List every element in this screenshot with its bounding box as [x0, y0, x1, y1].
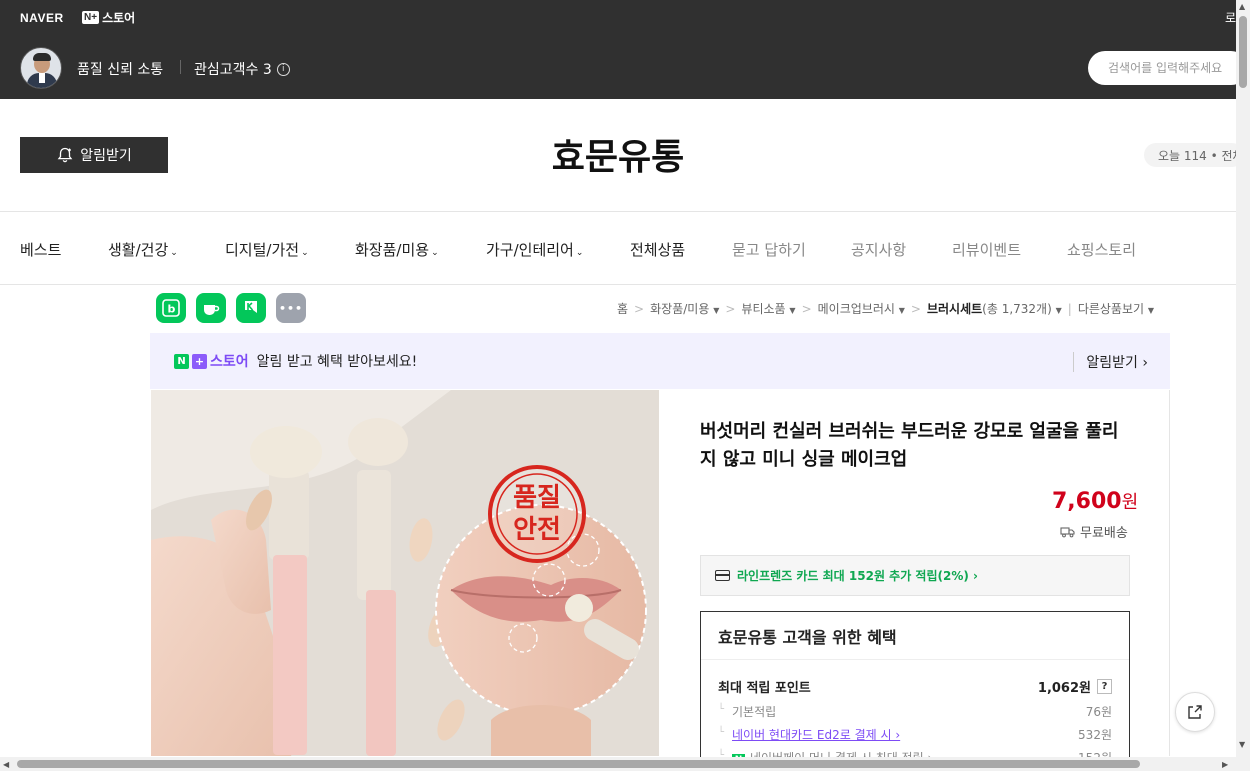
- nav-item-cosmetics[interactable]: 화장품/미용 ⌄: [355, 239, 439, 260]
- customer-benefits-box: 효문유통 고객을 위한 혜택 최대 적립 포인트 1,062원? 기본적립 76…: [700, 611, 1130, 761]
- points-row-basic: 기본적립 76원: [718, 703, 1112, 720]
- caret-down-icon: ▼: [1055, 306, 1062, 315]
- breadcrumb-home[interactable]: 홈: [617, 300, 628, 317]
- more-icon[interactable]: •••: [276, 293, 306, 323]
- stamp-line-1: 품질: [513, 483, 561, 513]
- nav-item-all-products[interactable]: 전체상품: [630, 239, 685, 260]
- nav-item-qna[interactable]: 묻고 답하기: [732, 239, 806, 260]
- n-plus-icon: N +: [82, 11, 100, 24]
- scroll-left-icon[interactable]: ◀: [3, 760, 9, 769]
- login-link[interactable]: 로: [1225, 9, 1236, 26]
- scroll-down-icon[interactable]: ▼: [1239, 740, 1245, 749]
- naver-store-logo: N + 스토어: [174, 351, 249, 371]
- blog-icon[interactable]: b: [156, 293, 186, 323]
- product-photo: [151, 390, 659, 756]
- chevron-down-icon: ⌄: [301, 248, 309, 258]
- hyundai-card-link[interactable]: 네이버 현대카드 Ed2로 결제 시 ›: [732, 726, 900, 743]
- caret-down-icon: ▼: [898, 306, 905, 315]
- promo-alarm-link[interactable]: 알림받기 ›: [1073, 352, 1148, 372]
- naver-store-label: 스토어: [102, 11, 136, 25]
- stamp-line-2: 안전: [513, 515, 561, 545]
- nav-item-life-health[interactable]: 생활/건강 ⌄: [108, 239, 178, 260]
- share-button[interactable]: [1175, 692, 1215, 732]
- horizontal-scroll-thumb[interactable]: [17, 760, 1140, 768]
- store-avatar[interactable]: [20, 47, 62, 89]
- product-price: 7,600원: [1052, 488, 1138, 514]
- alarm-promo-banner: N + 스토어 알림 받고 혜택 받아보세요! 알림받기 ›: [150, 333, 1170, 389]
- scroll-right-icon[interactable]: ▶: [1222, 760, 1228, 769]
- card-benefit-text: 라인프렌즈 카드 최대 152원 추가 적립(2%) ›: [737, 569, 978, 583]
- n-icon: N: [174, 353, 189, 369]
- category-nav: 베스트 생활/건강 ⌄ 디지털/가전 ⌄ 화장품/미용 ⌄ 가구/인테리어 ⌄ 전체상품…: [0, 211, 1236, 285]
- chevron-down-icon: ⌄: [170, 248, 178, 258]
- quality-stamp: 품질 안전: [497, 482, 577, 546]
- plus-icon: +: [192, 353, 207, 369]
- top-bar: NAVER N + 스토어 로 품질 신뢰 소통 관심고객수 3 i: [0, 0, 1248, 99]
- card-benefit-banner[interactable]: 라인프렌즈 카드 최대 152원 추가 적립(2%) ›: [700, 555, 1130, 596]
- shipping-info: 무료배송: [1060, 522, 1128, 541]
- vertical-scroll-thumb[interactable]: [1239, 16, 1247, 88]
- price-value: 7,600: [1052, 489, 1122, 514]
- breadcrumb-current[interactable]: 브러시세트(총 1,732개) ▼: [927, 300, 1062, 317]
- points-row-hyundai-card: 네이버 현대카드 Ed2로 결제 시 › 532원: [718, 726, 1112, 743]
- breadcrumb-cat3[interactable]: 메이크업브러시 ▼: [818, 300, 905, 317]
- nav-item-review-event[interactable]: 리뷰이벤트: [952, 239, 1021, 260]
- chevron-down-icon: ⌄: [431, 248, 439, 258]
- store-label: 스토어: [210, 354, 249, 370]
- visitor-count: 오늘 114 • 전체: [1144, 143, 1244, 167]
- nav-item-digital[interactable]: 디지털/가전 ⌄: [225, 239, 309, 260]
- product-image[interactable]: 품질 안전: [151, 390, 659, 756]
- other-products-link[interactable]: 다른상품보기 ▼: [1078, 300, 1154, 317]
- product-title: 버섯머리 컨실러 브러쉬는 부드러운 강모로 얼굴을 풀리지 않고 미니 싱글 …: [700, 421, 1119, 470]
- breadcrumb-cat1[interactable]: 화장품/미용 ▼: [650, 300, 719, 317]
- followers-label: 관심고객수 3: [194, 62, 272, 78]
- promo-text: 알림 받고 혜택 받아보세요!: [256, 354, 418, 370]
- shipping-label: 무료배송: [1080, 526, 1128, 541]
- nav-item-notice[interactable]: 공지사항: [851, 239, 906, 260]
- chevron-down-icon: ⌄: [575, 248, 584, 258]
- price-unit: 원: [1121, 492, 1139, 513]
- breadcrumb: 홈 > 화장품/미용 ▼ > 뷰티소품 ▼ > 메이크업브러시 ▼ > 브러시세…: [617, 300, 1155, 317]
- search-box[interactable]: [1088, 51, 1248, 85]
- nav-item-best[interactable]: 베스트: [20, 239, 61, 260]
- credit-card-icon: [715, 570, 730, 581]
- share-icon: [1188, 705, 1202, 719]
- info-icon[interactable]: i: [276, 62, 290, 76]
- help-icon[interactable]: ?: [1097, 679, 1112, 694]
- naver-store-logo[interactable]: N + 스토어: [82, 9, 135, 26]
- naver-logo[interactable]: NAVER: [20, 11, 64, 25]
- cafe-icon[interactable]: [196, 293, 226, 323]
- vertical-scrollbar[interactable]: ▲ ▼: [1236, 0, 1250, 771]
- nav-item-furniture[interactable]: 가구/인테리어 ⌄: [486, 239, 583, 260]
- truck-icon: [1060, 526, 1075, 537]
- nav-item-shopping-story[interactable]: 쇼핑스토리: [1067, 239, 1136, 260]
- breadcrumb-cat2[interactable]: 뷰티소품 ▼: [741, 300, 795, 317]
- max-points-row: 최대 적립 포인트 1,062원?: [718, 677, 1112, 696]
- followers-count: 관심고객수 3 i: [194, 59, 290, 79]
- caret-down-icon: ▼: [1147, 306, 1155, 315]
- caret-down-icon: ▼: [789, 306, 796, 315]
- store-title[interactable]: 효문유통: [0, 128, 1236, 180]
- divider: [180, 60, 181, 74]
- store-mini-name[interactable]: 품질 신뢰 소통: [77, 59, 163, 79]
- scroll-up-icon[interactable]: ▲: [1239, 2, 1245, 11]
- caret-down-icon: ▼: [713, 306, 720, 315]
- max-points-value: 1,062원: [1037, 681, 1091, 696]
- search-input[interactable]: [1108, 61, 1248, 75]
- max-points-label: 최대 적립 포인트: [718, 681, 811, 696]
- svg-text:b: b: [168, 303, 176, 316]
- horizontal-scrollbar[interactable]: ◀ ▶: [0, 757, 1236, 771]
- benefits-heading: 효문유통 고객을 위한 혜택: [701, 612, 1129, 660]
- talk-icon[interactable]: [236, 293, 266, 323]
